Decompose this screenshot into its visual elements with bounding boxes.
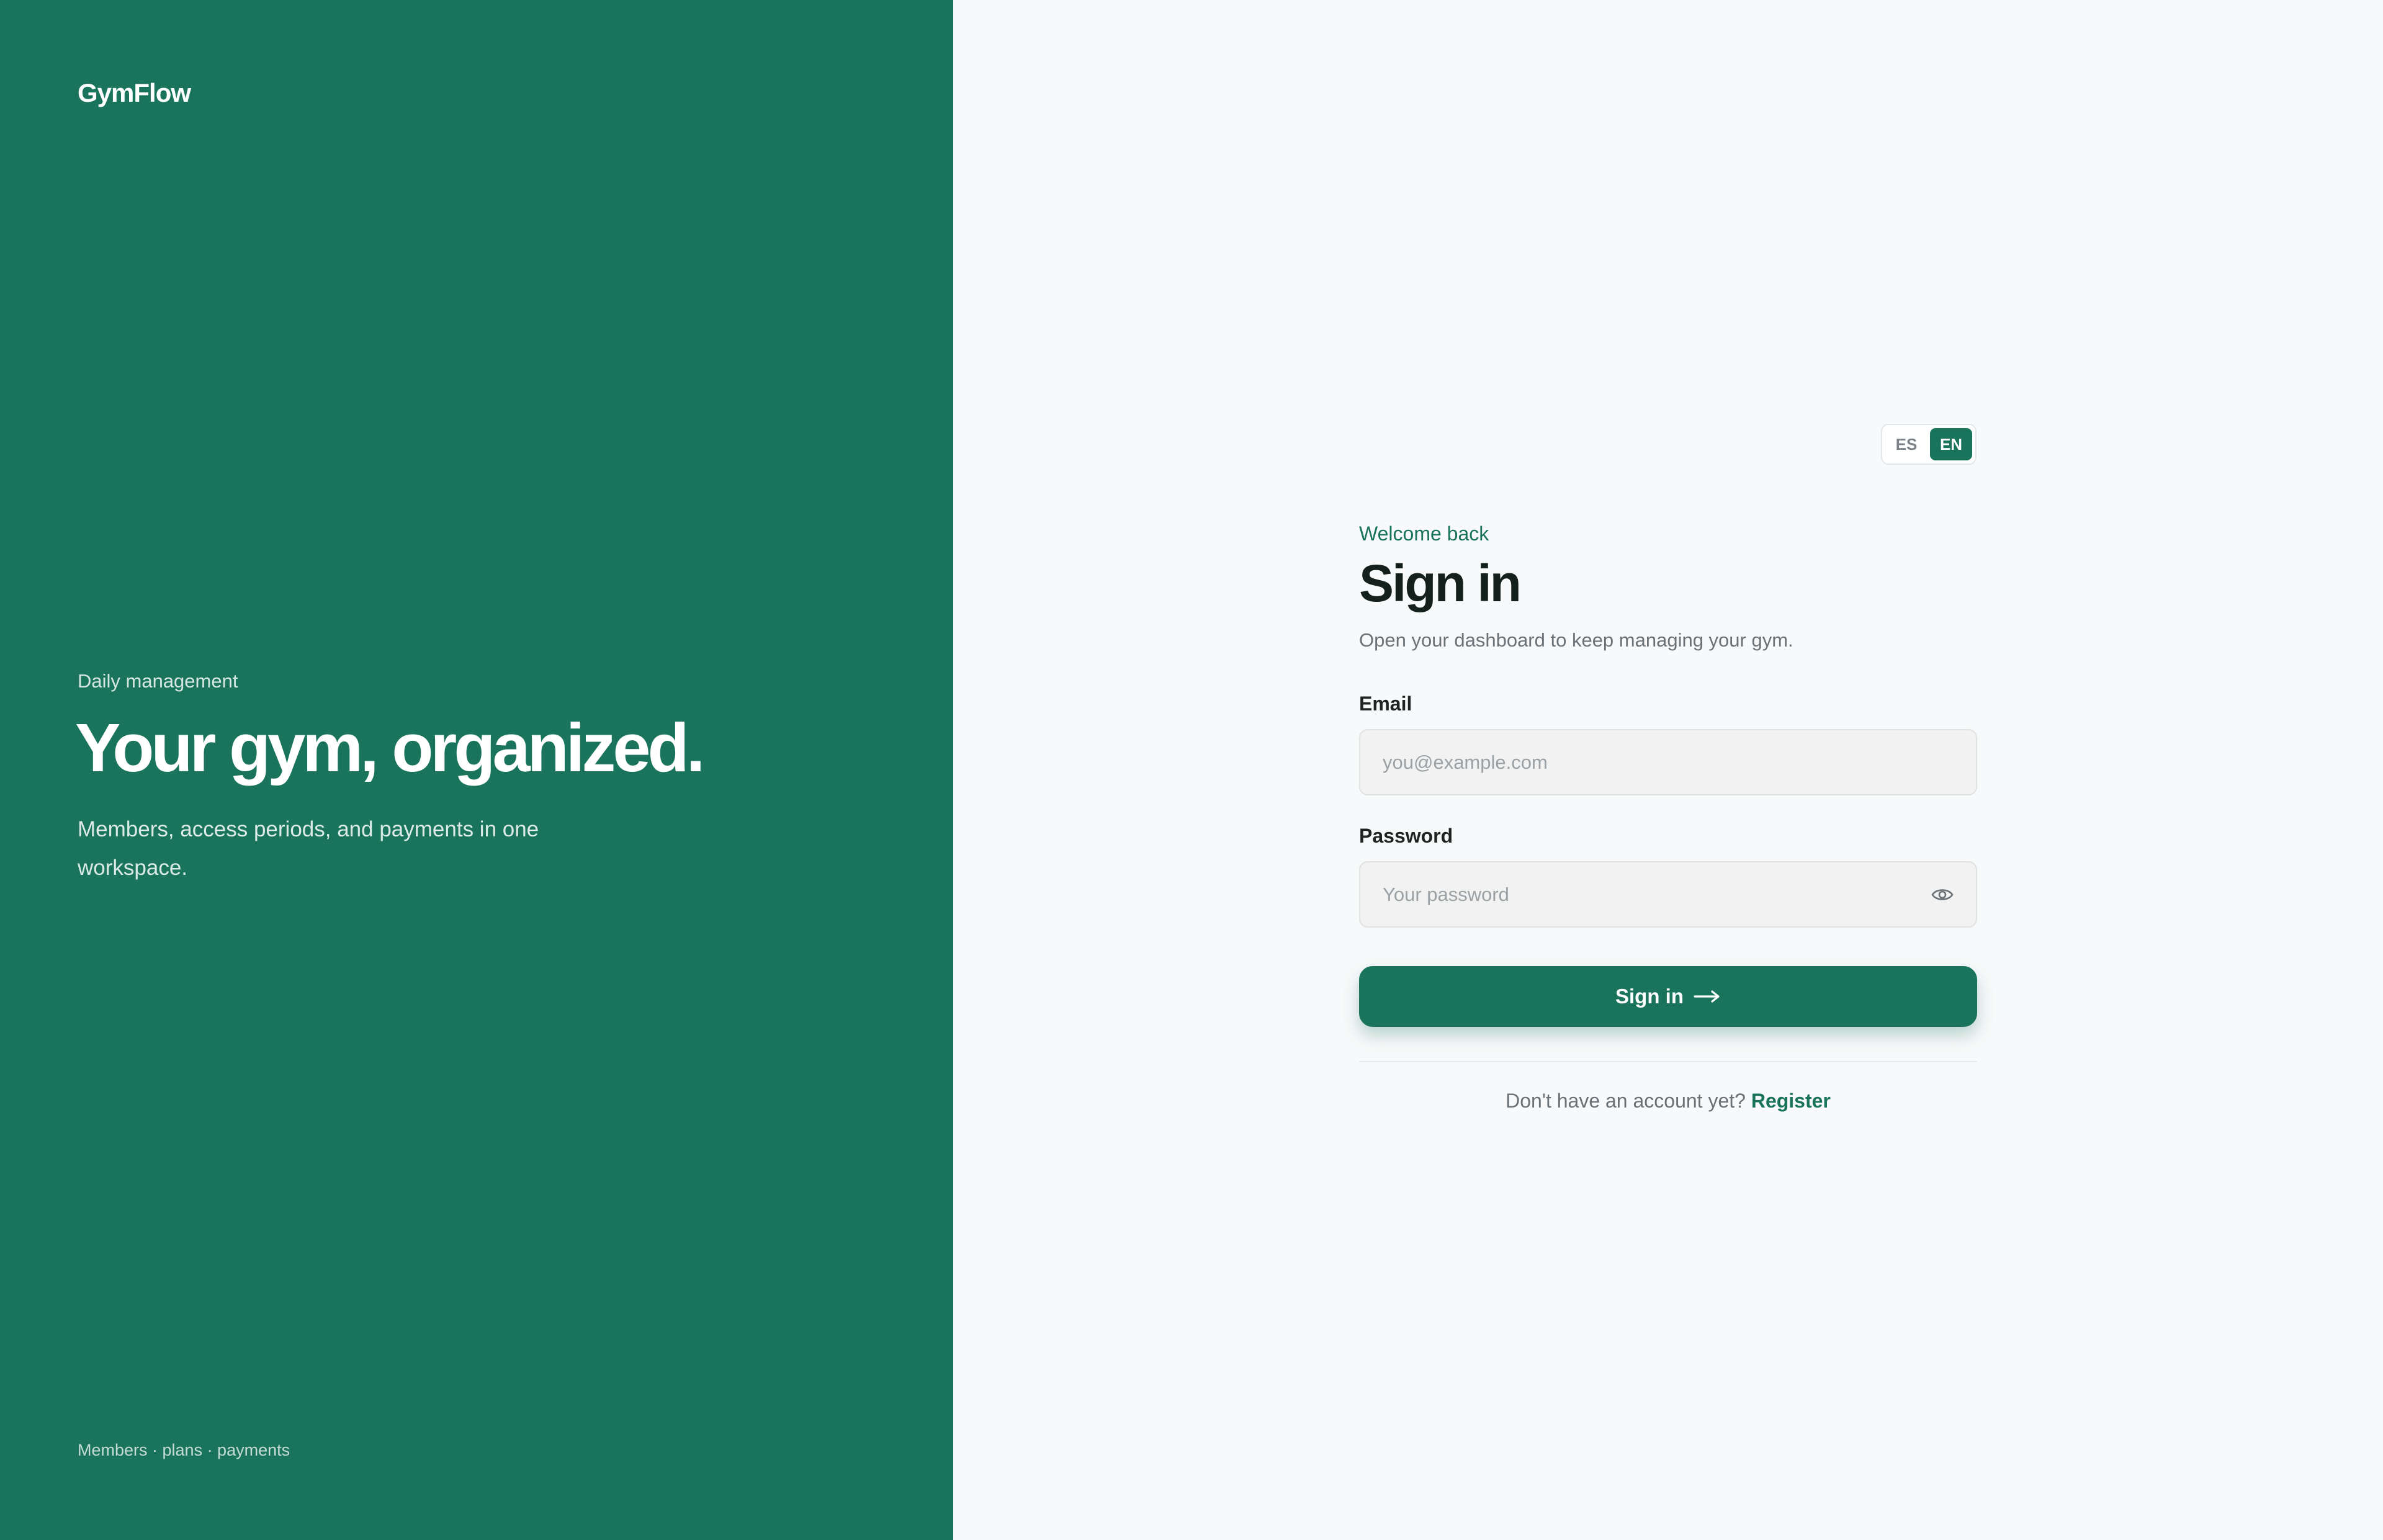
brand-footer: Members · plans · payments	[78, 1441, 290, 1459]
form-title: Sign in	[1359, 554, 1522, 612]
email-placeholder: you@example.com	[1383, 751, 1548, 773]
form-subtitle: Open your dashboard to keep managing you…	[1359, 629, 1793, 651]
form-eyebrow: Welcome back	[1359, 522, 1489, 545]
brand-subtitle: Members, access periods, and payments in…	[78, 817, 539, 880]
email-field[interactable]: you@example.com	[1359, 729, 1977, 795]
brand-panel: GymFlow Daily management Your gym, organ…	[0, 0, 953, 1540]
arrow-right-icon	[1694, 985, 1721, 1008]
sign-in-button[interactable]: Sign in	[1359, 966, 1977, 1027]
register-prompt-line: Don't have an account yet? Register	[1359, 1090, 1977, 1112]
register-prompt: Don't have an account yet?	[1506, 1090, 1746, 1112]
email-label: Email	[1359, 692, 1412, 715]
language-option-en[interactable]: EN	[1930, 428, 1972, 460]
eye-icon[interactable]	[1930, 882, 1955, 907]
form-divider	[1359, 1061, 1977, 1062]
brand-headline: Your gym, organized.	[75, 710, 705, 786]
sign-in-button-label: Sign in	[1615, 985, 1684, 1008]
language-switch: ES EN	[1881, 424, 1977, 465]
register-link[interactable]: Register	[1751, 1090, 1831, 1112]
login-page: GymFlow Daily management Your gym, organ…	[0, 0, 2383, 1540]
password-label: Password	[1359, 825, 1453, 847]
password-placeholder: Your password	[1383, 883, 1509, 905]
brand-eyebrow: Daily management	[78, 670, 238, 692]
password-field[interactable]: Your password	[1359, 861, 1977, 928]
language-option-es[interactable]: ES	[1885, 428, 1927, 460]
app-logo: GymFlow	[78, 78, 191, 107]
